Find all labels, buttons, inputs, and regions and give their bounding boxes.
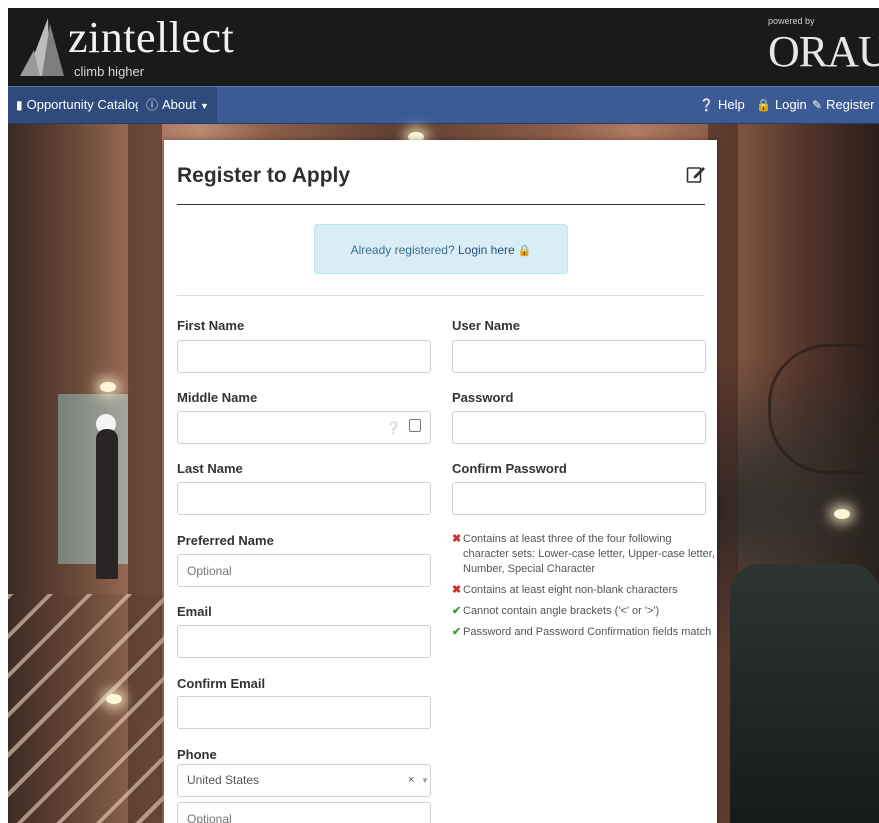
main-navbar: ▮ Opportunity Catalog ⓘ About ▼ ❔ Help 🔒 Logi… [8, 86, 879, 124]
password-rule-text: Contains at least eight non-blank charac… [463, 584, 678, 596]
preferred-name-field[interactable] [177, 554, 431, 587]
page-title: Register to Apply [177, 164, 351, 187]
edit-icon: ✎ [812, 98, 823, 112]
nav-about-dropdown[interactable]: ⓘ About ▼ [138, 87, 217, 123]
password-label: Password [452, 390, 514, 405]
confirm-password-label: Confirm Password [452, 461, 567, 476]
nav-about-label: About [162, 97, 196, 112]
last-name-label: Last Name [177, 461, 243, 476]
check-icon: ✔ [452, 605, 462, 617]
photo-railing [768, 344, 868, 474]
nav-login-label: Login [774, 97, 807, 112]
nav-catalog-label: Opportunity Catalog [26, 97, 143, 112]
middle-name-label: Middle Name [177, 390, 258, 405]
last-name-field[interactable] [177, 482, 431, 515]
brand-tagline: climb higher [74, 64, 145, 79]
no-middle-name-checkbox[interactable] [409, 419, 421, 432]
already-registered-alert: Already registered? Login here 🔒 [314, 224, 568, 274]
password-rule-item: ✔ Password and Password Confirmation fie… [452, 625, 717, 640]
first-name-field[interactable] [177, 340, 431, 373]
fail-x-icon: ✖ [452, 584, 462, 596]
email-field[interactable] [177, 625, 431, 658]
user-name-label: User Name [452, 318, 520, 333]
phone-label: Phone [177, 747, 217, 762]
login-prompt-text: Already registered? [350, 243, 455, 257]
password-rule-text: Contains at least three of the four foll… [463, 533, 715, 575]
partner-logo[interactable]: ORAU [768, 26, 879, 77]
phone-number-field[interactable] [177, 802, 431, 823]
password-rules-list: ✖ Contains at least three of the four fo… [452, 532, 717, 646]
register-card: Register to Apply Already registered? Lo… [164, 140, 717, 823]
edit-icon [686, 167, 705, 183]
nav-help-label: Help [717, 97, 745, 112]
photo-person [96, 429, 118, 579]
nav-register-label: Register [826, 97, 875, 112]
section-divider [177, 295, 705, 296]
mountain-logo-icon [20, 18, 64, 76]
fail-x-icon: ✖ [452, 533, 462, 545]
password-field[interactable] [452, 411, 706, 444]
title-divider [177, 204, 705, 205]
email-label: Email [177, 604, 212, 619]
chevron-down-icon: ▼ [421, 776, 429, 785]
password-rule-item: ✖ Contains at least eight non-blank char… [452, 583, 717, 598]
question-circle-icon: ⓘ [146, 98, 159, 112]
login-here-link[interactable]: Login here 🔒 [458, 243, 531, 257]
password-rule-item: ✖ Contains at least three of the four fo… [452, 532, 717, 577]
confirm-email-label: Confirm Email [177, 676, 266, 691]
phone-country-value: United States [187, 773, 260, 787]
user-name-field[interactable] [452, 340, 706, 373]
photo-lamp [106, 694, 122, 704]
check-icon: ✔ [452, 626, 462, 638]
lock-icon: 🔒 [756, 98, 771, 112]
nav-register[interactable]: ✎ Register [804, 87, 879, 123]
book-icon: ▮ [16, 98, 23, 112]
nav-opportunity-catalog[interactable]: ▮ Opportunity Catalog [8, 87, 153, 123]
nav-help[interactable]: ❔ Help [691, 87, 753, 123]
confirm-email-field[interactable] [177, 696, 431, 729]
powered-by-label: powered by [768, 16, 815, 26]
password-rule-item: ✔ Cannot contain angle brackets ('<' or … [452, 604, 717, 619]
lock-icon: 🔒 [517, 245, 532, 257]
preferred-name-label: Preferred Name [177, 533, 274, 548]
password-rule-text: Cannot contain angle brackets ('<' or '>… [463, 605, 660, 617]
confirm-password-field[interactable] [452, 482, 706, 515]
info-circle-icon: ❔ [699, 98, 714, 112]
phone-country-select[interactable]: United States × ▼ [177, 764, 431, 797]
photo-turbine [730, 564, 879, 823]
brand-name[interactable]: zintellect [68, 12, 234, 63]
question-circle-icon[interactable]: ❔ [386, 421, 401, 435]
photo-lamp [834, 509, 850, 519]
photo-lamp [100, 382, 116, 392]
password-rule-text: Password and Password Confirmation field… [463, 626, 712, 638]
site-header: zintellect climb higher powered by ORAU [8, 8, 879, 86]
caret-down-icon: ▼ [200, 101, 209, 111]
clear-icon[interactable]: × [408, 765, 414, 796]
first-name-label: First Name [177, 318, 245, 333]
